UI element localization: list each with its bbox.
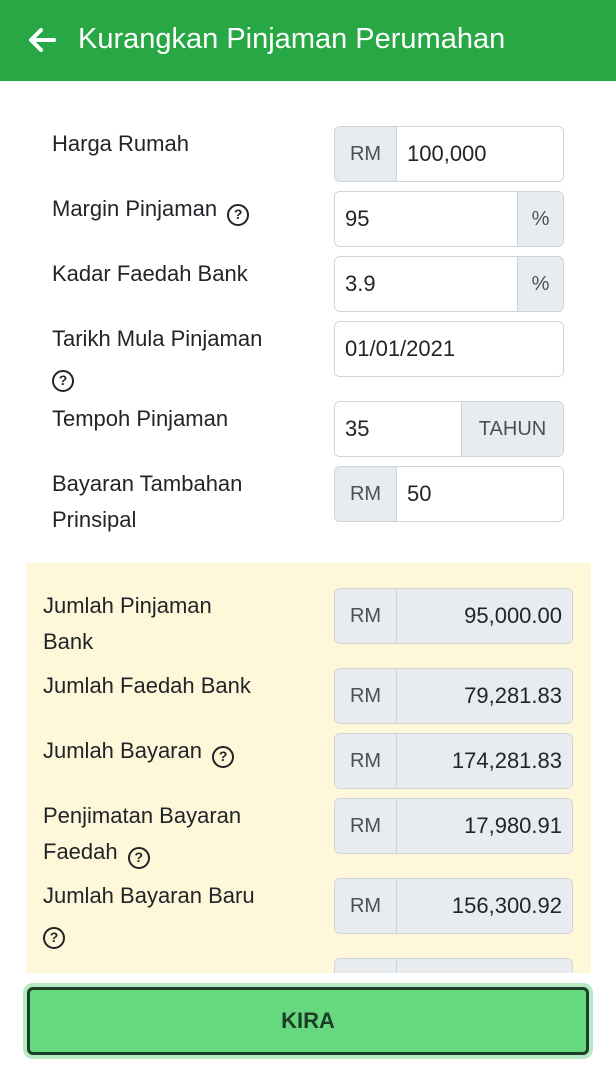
tahun-suffix: TAHUN: [461, 402, 563, 456]
tarikh-mula-help: ?: [52, 357, 74, 393]
jumlah-baru-field: RM 156,300.92: [334, 878, 573, 934]
bayaran-tambahan-label: Bayaran Tambahan: [52, 471, 243, 496]
tarikh-mula-input[interactable]: 01/01/2021: [335, 322, 563, 376]
rm-prefix: RM: [335, 799, 397, 853]
back-button[interactable]: [22, 20, 62, 60]
rm-prefix: RM: [335, 669, 397, 723]
help-icon[interactable]: ?: [127, 847, 150, 869]
jumlah-baru-value: 156,300.92: [397, 879, 572, 933]
tempoh-pinjaman-field[interactable]: 35 TAHUN: [334, 401, 564, 457]
rm-prefix: RM: [335, 734, 397, 788]
jumlah-faedah-field: RM 79,281.83: [334, 668, 573, 724]
tarikh-mula-field[interactable]: 01/01/2021: [334, 321, 564, 377]
harga-rumah-label: Harga Rumah: [52, 131, 189, 156]
clipped-field: [334, 958, 573, 973]
margin-pinjaman-input[interactable]: 95: [335, 192, 517, 246]
jumlah-pinjaman-value: 95,000.00: [397, 589, 572, 643]
jumlah-bayaran-value: 174,281.83: [397, 734, 572, 788]
harga-rumah-input[interactable]: 100,000: [397, 127, 563, 181]
page-title: Kurangkan Pinjaman Perumahan: [78, 23, 506, 55]
kadar-faedah-label: Kadar Faedah Bank: [52, 261, 248, 286]
penjimatan-label: Penjimatan Bayaran: [43, 803, 242, 828]
jumlah-pinjaman-label-line2: Bank: [43, 629, 94, 654]
bayaran-tambahan-label-line2: Prinsipal: [52, 507, 137, 532]
harga-rumah-field[interactable]: RM 100,000: [334, 126, 564, 182]
penjimatan-value: 17,980.91: [397, 799, 572, 853]
calculator-form: Harga Rumah RM 100,000 Margin Pinjaman ?…: [0, 81, 616, 973]
tempoh-pinjaman-label: Tempoh Pinjaman: [52, 406, 229, 431]
help-icon[interactable]: ?: [52, 370, 74, 392]
penjimatan-field: RM 17,980.91: [334, 798, 573, 854]
rm-prefix: [335, 959, 397, 973]
tarikh-mula-label: Tarikh Mula Pinjaman: [52, 326, 263, 351]
kira-button[interactable]: KIRA: [27, 987, 589, 1055]
help-icon[interactable]: ?: [212, 746, 235, 768]
jumlah-pinjaman-field: RM 95,000.00: [334, 588, 573, 644]
percent-suffix: %: [517, 192, 563, 246]
margin-pinjaman-field[interactable]: 95 %: [334, 191, 564, 247]
clipped-value: [397, 959, 572, 973]
kadar-faedah-field[interactable]: 3.9 %: [334, 256, 564, 312]
rm-prefix: RM: [335, 127, 397, 181]
tempoh-pinjaman-input[interactable]: 35: [335, 402, 461, 456]
jumlah-bayaran-label: Jumlah Bayaran ?: [43, 733, 235, 769]
jumlah-baru-help: ?: [43, 914, 65, 950]
jumlah-bayaran-field: RM 174,281.83: [334, 733, 573, 789]
help-icon[interactable]: ?: [43, 927, 65, 949]
jumlah-faedah-value: 79,281.83: [397, 669, 572, 723]
app-bar: Kurangkan Pinjaman Perumahan: [0, 0, 616, 81]
rm-prefix: RM: [335, 589, 397, 643]
bayaran-tambahan-input[interactable]: 50: [397, 467, 563, 521]
kadar-faedah-input[interactable]: 3.9: [335, 257, 517, 311]
jumlah-baru-label: Jumlah Bayaran Baru: [43, 883, 255, 908]
margin-pinjaman-label-text: Margin Pinjaman: [52, 196, 218, 221]
jumlah-pinjaman-label: Jumlah Pinjaman: [43, 593, 212, 618]
margin-pinjaman-label: Margin Pinjaman ?: [52, 191, 250, 227]
bayaran-tambahan-field[interactable]: RM 50: [334, 466, 564, 522]
penjimatan-label-text: Faedah: [43, 839, 118, 864]
results-panel: Jumlah Pinjaman Bank RM 95,000.00 Jumlah…: [26, 563, 591, 973]
penjimatan-label-line2: Faedah ?: [43, 834, 150, 870]
arrow-left-icon: [29, 28, 56, 52]
footer-bar: KIRA: [0, 973, 616, 1071]
jumlah-bayaran-label-text: Jumlah Bayaran: [43, 738, 202, 763]
rm-prefix: RM: [335, 879, 397, 933]
jumlah-faedah-label: Jumlah Faedah Bank: [43, 673, 251, 698]
rm-prefix: RM: [335, 467, 397, 521]
help-icon[interactable]: ?: [227, 204, 250, 226]
percent-suffix: %: [517, 257, 563, 311]
